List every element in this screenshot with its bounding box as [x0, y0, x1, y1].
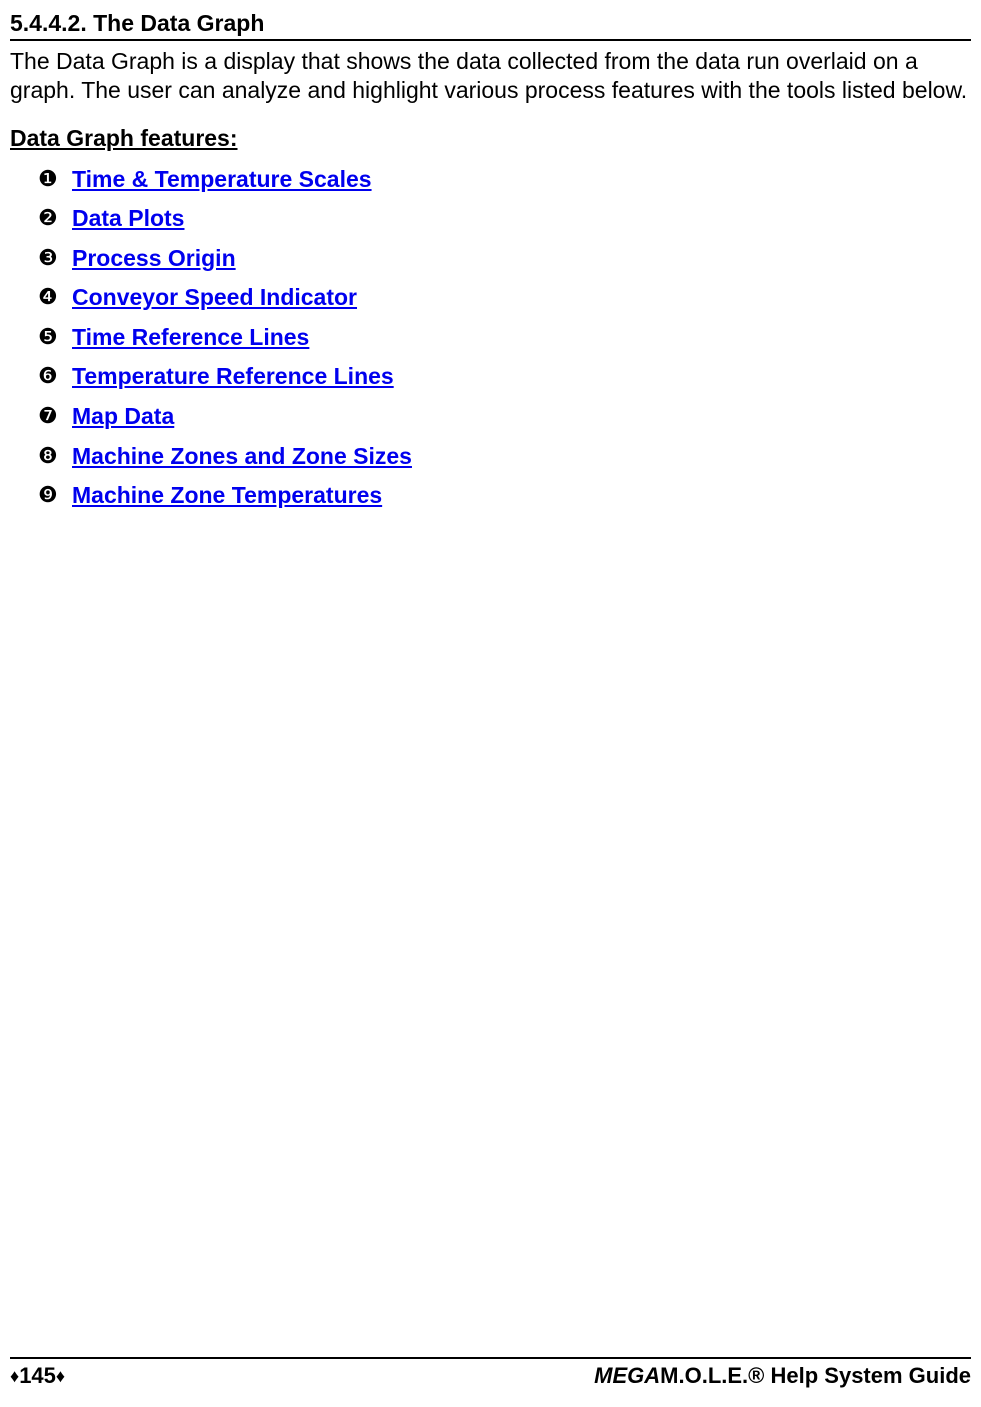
link-time-temperature-scales[interactable]: Time & Temperature Scales [72, 166, 372, 194]
guide-prefix: MEGA [594, 1363, 660, 1388]
feature-item: ❶ Time & Temperature Scales [38, 166, 971, 194]
dingbat-1-icon: ❶ [38, 166, 72, 192]
feature-item: ❺ Time Reference Lines [38, 324, 971, 352]
features-heading: Data Graph features: [10, 125, 971, 152]
dingbat-8-icon: ❽ [38, 443, 72, 469]
feature-item: ❾ Machine Zone Temperatures [38, 482, 971, 510]
dingbat-7-icon: ❼ [38, 403, 72, 429]
link-machine-zone-temperatures[interactable]: Machine Zone Temperatures [72, 482, 382, 510]
link-machine-zones-sizes[interactable]: Machine Zones and Zone Sizes [72, 443, 412, 471]
dingbat-4-icon: ❹ [38, 284, 72, 310]
section-heading: 5.4.4.2. The Data Graph [10, 10, 971, 41]
page-number: 145 [19, 1363, 56, 1389]
link-map-data[interactable]: Map Data [72, 403, 174, 431]
dingbat-9-icon: ❾ [38, 482, 72, 508]
feature-item: ❹ Conveyor Speed Indicator [38, 284, 971, 312]
link-temperature-reference-lines[interactable]: Temperature Reference Lines [72, 363, 394, 391]
link-conveyor-speed-indicator[interactable]: Conveyor Speed Indicator [72, 284, 357, 312]
footer-right: MEGAM.O.L.E.® Help System Guide [594, 1363, 971, 1389]
link-process-origin[interactable]: Process Origin [72, 245, 236, 273]
feature-item: ❽ Machine Zones and Zone Sizes [38, 443, 971, 471]
feature-item: ❻ Temperature Reference Lines [38, 363, 971, 391]
feature-item: ❼ Map Data [38, 403, 971, 431]
dingbat-2-icon: ❷ [38, 205, 72, 231]
link-data-plots[interactable]: Data Plots [72, 205, 184, 233]
link-time-reference-lines[interactable]: Time Reference Lines [72, 324, 309, 352]
dingbat-5-icon: ❺ [38, 324, 72, 350]
dingbat-6-icon: ❻ [38, 363, 72, 389]
page-footer: ♦145♦ MEGAM.O.L.E.® Help System Guide [10, 1357, 971, 1389]
intro-paragraph: The Data Graph is a display that shows t… [10, 47, 971, 105]
footer-left: ♦145♦ [10, 1363, 65, 1389]
feature-list: ❶ Time & Temperature Scales ❷ Data Plots… [10, 166, 971, 510]
feature-item: ❷ Data Plots [38, 205, 971, 233]
dingbat-3-icon: ❸ [38, 245, 72, 271]
guide-rest: M.O.L.E.® Help System Guide [660, 1363, 971, 1388]
feature-item: ❸ Process Origin [38, 245, 971, 273]
diamond-icon: ♦ [10, 1366, 19, 1387]
diamond-icon: ♦ [56, 1366, 65, 1387]
